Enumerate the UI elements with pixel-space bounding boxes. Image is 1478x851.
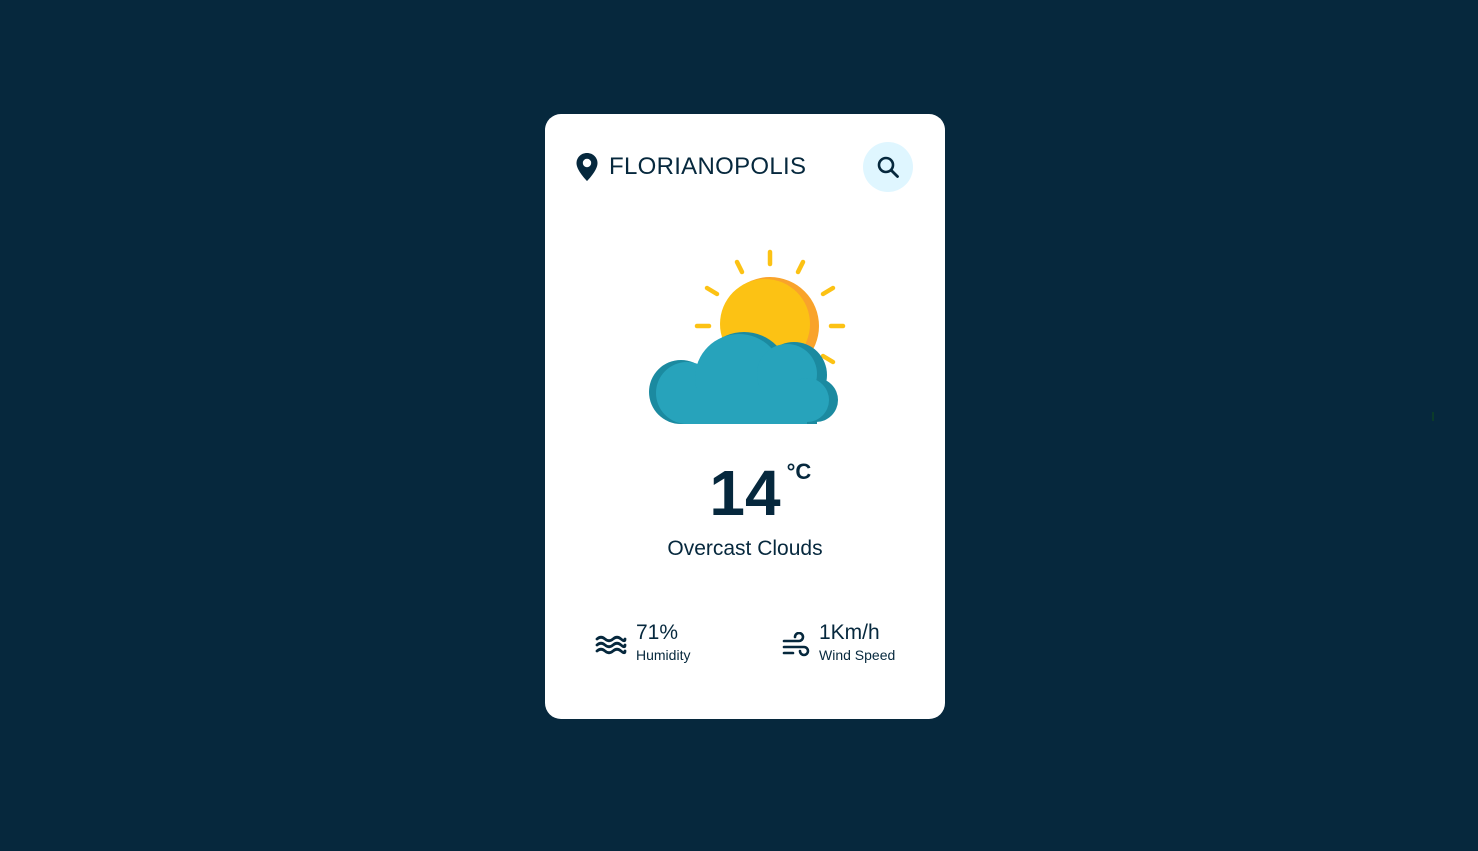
weather-card: FLORIANOPOLIS 14 °C Overcast Clouds 71% … [545,114,945,719]
weather-description: Overcast Clouds [667,537,823,560]
humidity-label: Humidity [636,647,691,663]
temperature-value: 14 °C [709,457,812,529]
temperature: 14 °C [545,457,945,529]
card-header: FLORIANOPOLIS [575,142,913,192]
background-mark [1432,412,1434,421]
partly-cloudy-icon [649,249,846,424]
wind-icon [782,632,810,657]
city-name: FLORIANOPOLIS [609,153,807,180]
temperature-unit: °C [786,459,812,484]
location-pin-icon [576,153,598,181]
search-icon [877,156,899,178]
waves-icon [595,635,627,655]
wind-label: Wind Speed [819,647,896,663]
humidity-value: 71% [636,621,679,644]
wind-value: 1Km/h [819,621,880,644]
search-button[interactable] [863,142,913,192]
